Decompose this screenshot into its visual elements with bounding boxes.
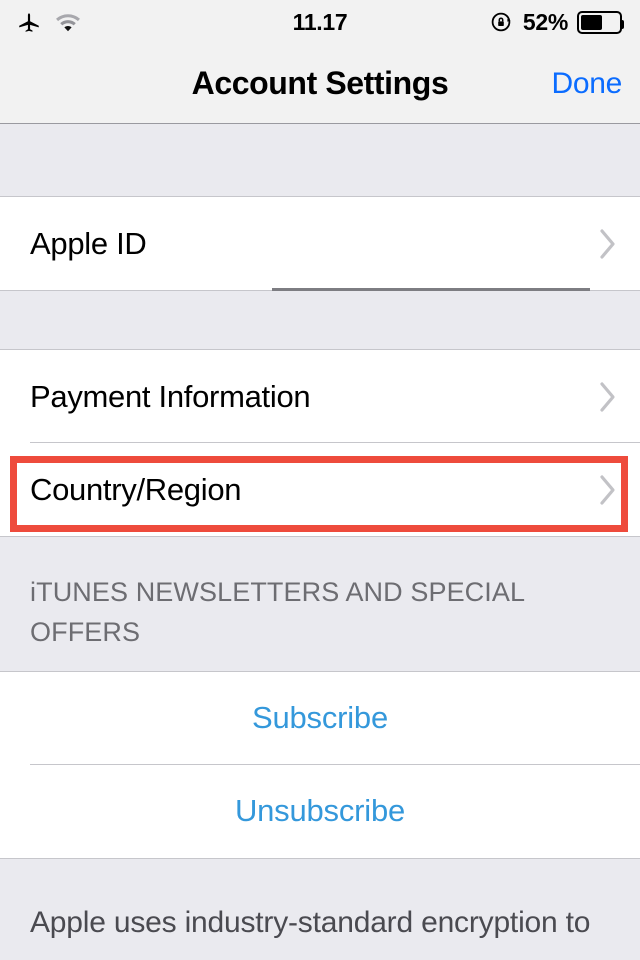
- battery-percent-label: 52%: [522, 8, 568, 35]
- scroll-rule: [272, 288, 590, 291]
- row-payment-information[interactable]: Payment Information: [0, 350, 640, 443]
- newsletters-section-header: iTUNES NEWSLETTERS AND SPECIAL OFFERS: [0, 537, 640, 671]
- chevron-right-icon: [598, 380, 618, 414]
- privacy-footer-note: Apple uses industry-standard encryption …: [0, 858, 640, 944]
- row-apple-id-label: Apple ID: [30, 225, 147, 261]
- subscribe-button-label: Subscribe: [251, 700, 389, 736]
- row-apple-id[interactable]: Apple ID: [0, 197, 640, 291]
- rotation-lock-icon: [490, 10, 514, 34]
- privacy-footer-note-text: Apple uses industry-standard encryption …: [30, 905, 591, 939]
- row-country-region-label: Country/Region: [30, 471, 242, 507]
- apple-id-group: Apple ID: [0, 196, 640, 291]
- row-payment-information-label: Payment Information: [30, 378, 311, 414]
- battery-icon: [577, 10, 626, 34]
- account-group: Payment Information Country/Region: [0, 349, 640, 537]
- unsubscribe-button[interactable]: Unsubscribe: [0, 764, 640, 858]
- status-bar-right: 52%: [490, 0, 626, 44]
- unsubscribe-button-label: Unsubscribe: [234, 793, 406, 829]
- chevron-right-icon: [598, 227, 618, 261]
- done-button[interactable]: Done: [551, 67, 622, 101]
- subscribe-button[interactable]: Subscribe: [0, 671, 640, 765]
- section-gap-mid: [0, 291, 640, 349]
- section-gap-top: [0, 124, 640, 196]
- phone-screen: 11.17 52% Account Settings Done Apple ID…: [0, 0, 640, 960]
- status-bar: 11.17 52%: [0, 0, 640, 44]
- newsletters-section-header-label: iTUNES NEWSLETTERS AND SPECIAL OFFERS: [30, 577, 525, 647]
- chevron-right-icon: [598, 473, 618, 507]
- navigation-bar: Account Settings Done: [0, 44, 640, 124]
- status-bar-clock: 11.17: [292, 8, 348, 35]
- page-title: Account Settings: [191, 65, 449, 101]
- newsletters-group: Subscribe Unsubscribe: [0, 670, 640, 859]
- row-country-region[interactable]: Country/Region: [0, 443, 640, 536]
